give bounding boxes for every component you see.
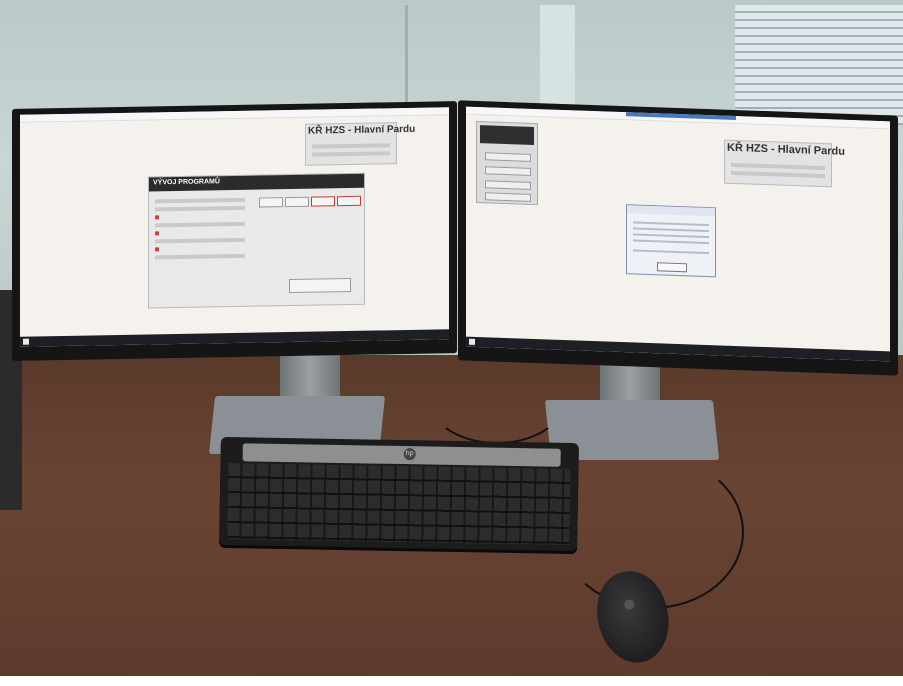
right-taskbar (466, 336, 890, 362)
left-app-action-button (289, 277, 351, 294)
windows-start-icon (23, 338, 29, 345)
right-side-button (485, 180, 531, 190)
photo-bottom-border (0, 676, 903, 686)
left-logo-text: KŘ HZS - Hlavní Pardu (308, 123, 416, 137)
wall-pillar (540, 5, 575, 115)
right-dialog-button (657, 262, 687, 273)
right-dialog (626, 204, 716, 278)
right-side-panel (476, 120, 538, 206)
left-logo-row (312, 151, 390, 157)
right-dialog-title (627, 205, 715, 217)
left-logo-box: KŘ HZS - Hlavní Pardu (305, 122, 415, 166)
left-app-tab (337, 195, 361, 207)
right-dialog-line (633, 227, 709, 233)
desk-photo: KŘ HZS - Hlavní Pardu VÝVOJ PROGRAMŮ KŘ … (0, 0, 903, 686)
right-dialog-line (633, 233, 709, 239)
window-blinds (735, 5, 903, 125)
left-app-tab (259, 197, 283, 208)
right-monitor: KŘ HZS - Hlavní Pardu (458, 100, 898, 376)
right-logo-row (731, 170, 825, 179)
hp-mouse-logo-icon (623, 598, 636, 611)
left-app-row (155, 253, 245, 260)
left-app-row (155, 237, 245, 244)
left-app-tab (285, 196, 309, 208)
keyboard-cable (430, 360, 564, 444)
left-app-marker (155, 231, 159, 236)
right-dialog-line (633, 221, 709, 227)
right-side-button (485, 166, 531, 176)
left-app-row (155, 221, 245, 228)
left-app-header: VÝVOJ PROGRAMŮ (149, 173, 364, 192)
left-titlebar (20, 107, 449, 123)
left-app-marker (155, 215, 159, 220)
left-taskbar (20, 329, 449, 347)
right-logo-box: KŘ HZS - Hlavní Pardu (724, 139, 845, 188)
left-app-marker (155, 247, 159, 252)
wall-seam (405, 5, 408, 115)
left-app-row (155, 205, 245, 212)
keyboard-key-rows (227, 463, 571, 545)
left-app-window: VÝVOJ PROGRAMŮ (148, 172, 365, 309)
windows-start-icon (469, 338, 475, 345)
left-screen: KŘ HZS - Hlavní Pardu VÝVOJ PROGRAMŮ (20, 107, 449, 347)
left-app-tab (311, 196, 335, 207)
right-logo-row (731, 162, 825, 171)
right-dialog-line (633, 239, 709, 245)
left-monitor: KŘ HZS - Hlavní Pardu VÝVOJ PROGRAMŮ (12, 101, 457, 361)
right-dialog-line (633, 249, 709, 255)
right-side-header (480, 125, 534, 145)
right-logo-text: KŘ HZS - Hlavní Pardu (727, 141, 845, 158)
right-screen: KŘ HZS - Hlavní Pardu (466, 106, 890, 362)
right-side-button (485, 152, 531, 162)
keyboard: hp (219, 436, 579, 552)
left-app-row (155, 197, 245, 204)
right-side-button (485, 192, 531, 202)
left-logo-row (312, 143, 390, 149)
